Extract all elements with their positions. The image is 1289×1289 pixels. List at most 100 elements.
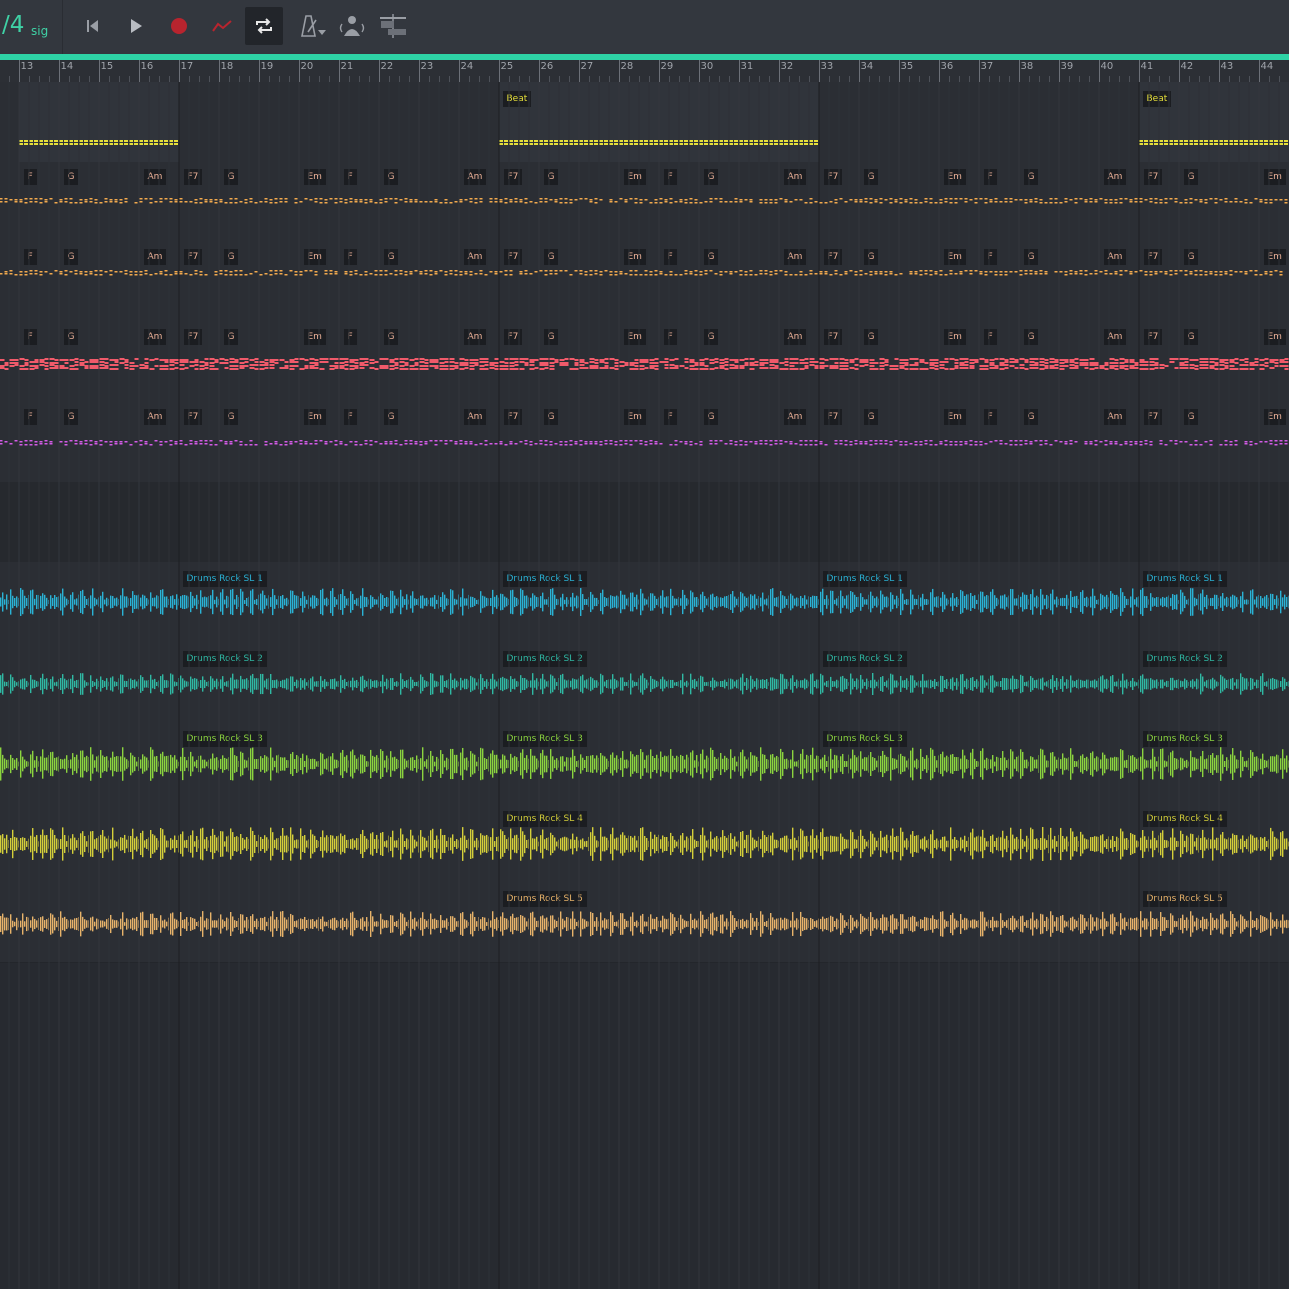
ruler-bar-number: 29 xyxy=(660,61,674,72)
chord-label: Em xyxy=(623,409,646,425)
track-drums-3[interactable]: Drums Rock SL 3 Drums Rock SL 3 Drums Rock… xyxy=(0,722,1289,803)
ruler-bar-number: 26 xyxy=(540,61,554,72)
chord-label: Am xyxy=(143,169,167,185)
skip-to-start-button[interactable] xyxy=(74,7,112,45)
ruler-tick xyxy=(618,60,620,82)
chord-label: F xyxy=(343,329,357,345)
track-beat[interactable]: Beat Beat xyxy=(0,82,1289,163)
chord-label: Am xyxy=(463,409,487,425)
beat-clip[interactable] xyxy=(498,82,819,162)
chord-label: G xyxy=(383,409,399,425)
punch-button[interactable] xyxy=(374,7,412,45)
chord-label: Em xyxy=(303,409,326,425)
chord-label: G xyxy=(1023,409,1039,425)
transport-toolbar: /4 sig xyxy=(0,0,1289,54)
chord-label: Em xyxy=(303,249,326,265)
chord-label: Am xyxy=(143,409,167,425)
chord-label: F7 xyxy=(503,249,523,265)
ruler-tick xyxy=(698,60,700,82)
track-chords-1[interactable]: F G Am F7 G Em F G Am F7 G Em F G Am F7 G Em F G Am F7 G Em xyxy=(0,162,1289,243)
chord-label: Em xyxy=(943,329,966,345)
chord-label: F7 xyxy=(503,409,523,425)
drum-waveform xyxy=(0,911,1289,937)
ruler-bar-number: 20 xyxy=(300,61,314,72)
chord-label: G xyxy=(1183,409,1199,425)
ruler-tick xyxy=(378,60,380,82)
track-drums-1[interactable]: Drums Rock SL 1 Drums Rock SL 1 Drums Rock… xyxy=(0,562,1289,643)
ruler-tick xyxy=(178,60,180,82)
chord-label: F xyxy=(23,409,37,425)
drum-clip-label: Drums Rock SL 3 xyxy=(182,731,267,747)
drum-clip-label: Drums Rock SL 2 xyxy=(502,651,587,667)
drum-clip-label: Drums Rock SL 1 xyxy=(182,571,267,587)
ruler-tick xyxy=(738,60,740,82)
chord-label: F xyxy=(23,329,37,345)
track-drums-5[interactable]: Drums Rock SL 5 Drums Rock SL 5 xyxy=(0,882,1289,963)
beat-clip[interactable] xyxy=(18,82,179,162)
ruler-tick xyxy=(1138,60,1140,82)
time-signature-value: /4 xyxy=(2,12,25,38)
chord-label: Am xyxy=(783,249,807,265)
ruler-bar-number: 35 xyxy=(900,61,914,72)
ruler-tick xyxy=(18,60,20,82)
chord-label: G xyxy=(63,329,79,345)
ruler-tick xyxy=(1218,60,1220,82)
chord-label: Am xyxy=(783,329,807,345)
ruler-bar-number: 28 xyxy=(620,61,634,72)
chord-label: G xyxy=(383,169,399,185)
timeline-ruler[interactable]: 13 14 15 16 17 18 19 20 21 22 23 24 25 26 27 28 29 30 31 32… xyxy=(0,60,1289,82)
time-signature-display[interactable]: /4 sig xyxy=(0,0,63,54)
ruler-bar-number: 22 xyxy=(380,61,394,72)
chord-label: G xyxy=(1183,169,1199,185)
record-button[interactable] xyxy=(160,7,198,45)
track-drums-2[interactable]: Drums Rock SL 2 Drums Rock SL 2 Drums Rock… xyxy=(0,642,1289,723)
ruler-tick xyxy=(258,60,260,82)
chord-label: F xyxy=(983,409,997,425)
beat-clip-label: Beat xyxy=(502,91,532,107)
ruler-bar-number: 17 xyxy=(180,61,194,72)
chord-label: F7 xyxy=(183,409,203,425)
chord-label: F xyxy=(23,249,37,265)
ruler-tick xyxy=(538,60,540,82)
chord-label: Am xyxy=(1103,169,1127,185)
ruler-bar-number: 15 xyxy=(100,61,114,72)
track-drums-4[interactable]: Drums Rock SL 4 Drums Rock SL 4 xyxy=(0,802,1289,883)
chord-label: Em xyxy=(623,249,646,265)
count-in-button[interactable] xyxy=(333,7,371,45)
play-button[interactable] xyxy=(117,7,155,45)
track-chords-4[interactable]: F G Am F7 G Em F G Am F7 G Em F G Am F7 G Em F G Am F7 G Em xyxy=(0,402,1289,483)
ruler-bar-number: 24 xyxy=(460,61,474,72)
ruler-tick xyxy=(58,60,60,82)
metronome-button[interactable] xyxy=(292,7,330,45)
automation-button[interactable] xyxy=(203,7,241,45)
chord-label: Em xyxy=(623,329,646,345)
chord-label: Em xyxy=(943,409,966,425)
track-chords-3[interactable]: F G Am F7 G Em F G Am F7 G Em F G Am F7 G Em F G Am F7 G Em xyxy=(0,322,1289,403)
drum-clip-label: Drums Rock SL 1 xyxy=(822,571,907,587)
ruler-bar-number: 43 xyxy=(1220,61,1234,72)
chord-label: F xyxy=(663,249,677,265)
ruler-tick xyxy=(1018,60,1020,82)
ruler-tick xyxy=(98,60,100,82)
track-chords-2[interactable]: F G Am F7 G Em F G Am F7 G Em F G Am F7 G Em F G Am F7 G Em xyxy=(0,242,1289,323)
ruler-bar-number: 13 xyxy=(20,61,34,72)
ruler-tick xyxy=(1258,60,1260,82)
record-icon xyxy=(171,18,187,34)
chord-label: G xyxy=(223,329,239,345)
beat-notes xyxy=(498,140,818,145)
chord-label: F xyxy=(663,329,677,345)
loop-button[interactable] xyxy=(245,7,283,45)
drum-clip-label: Drums Rock SL 5 xyxy=(1142,891,1227,907)
chord-label: F xyxy=(663,169,677,185)
drum-clip-label: Drums Rock SL 3 xyxy=(502,731,587,747)
beat-clip-label: Beat xyxy=(1142,91,1172,107)
ruler-bar-number: 33 xyxy=(820,61,834,72)
chord-label: G xyxy=(543,169,559,185)
play-icon xyxy=(131,19,142,33)
ruler-tick xyxy=(898,60,900,82)
automation-icon xyxy=(212,20,232,32)
track-empty[interactable] xyxy=(0,482,1289,563)
ruler-tick xyxy=(458,60,460,82)
beat-notes xyxy=(18,140,178,145)
chord-label: F7 xyxy=(823,169,843,185)
